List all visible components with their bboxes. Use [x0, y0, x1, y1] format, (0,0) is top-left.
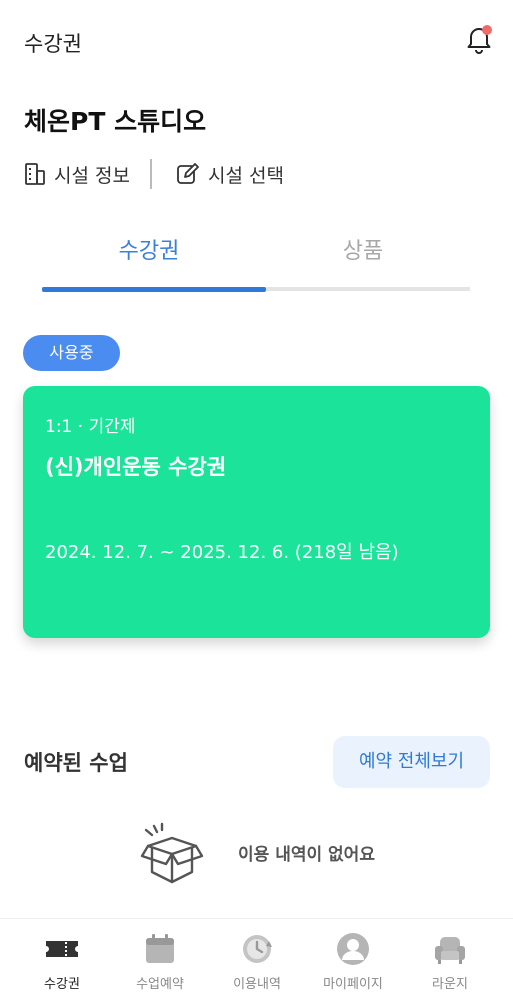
nav-label-pass: 수강권	[44, 977, 80, 992]
reservations-title: 예약된 수업	[24, 751, 128, 775]
nav-label-lounge: 라운지	[432, 977, 468, 992]
status-badge: 사용중	[23, 335, 120, 371]
facility-info-button[interactable]: 시설 정보	[24, 161, 130, 188]
nav-item-mypage[interactable]: 마이페이지	[303, 919, 403, 1000]
nav-label-class-booking: 수업예약	[136, 977, 184, 992]
notification-bell-icon[interactable]	[462, 22, 496, 56]
bottom-nav: 수강권 수업예약 이용내역 마이페이지 라운지	[0, 918, 513, 1000]
lounge-chair-icon	[432, 931, 468, 967]
nav-item-pass[interactable]: 수강권	[12, 919, 112, 1000]
ticket-icon	[44, 931, 80, 967]
nav-label-history: 이용내역	[233, 977, 281, 992]
view-all-reservations-button[interactable]: 예약 전체보기	[333, 736, 490, 788]
facility-select-label: 시설 선택	[207, 164, 284, 187]
studio-name: 체온PT 스튜디오	[24, 107, 207, 136]
facility-select-button[interactable]: 시설 선택	[176, 161, 284, 188]
nav-item-history[interactable]: 이용내역	[207, 919, 307, 1000]
pass-period: 2024. 12. 7. ~ 2025. 12. 6. (218일 남음)	[45, 542, 399, 563]
empty-state-text: 이용 내역이 없어요	[238, 845, 375, 865]
facility-info-label: 시설 정보	[54, 164, 130, 187]
calendar-icon	[142, 931, 178, 967]
tab-indicator	[42, 287, 266, 292]
edit-icon	[177, 163, 199, 184]
pass-card[interactable]: 1:1 · 기간제 (신)개인운동 수강권 2024. 12. 7. ~ 202…	[23, 386, 490, 638]
divider	[149, 159, 152, 189]
tab-pass[interactable]: 수강권	[42, 232, 256, 278]
empty-box-icon	[136, 816, 208, 888]
nav-label-mypage: 마이페이지	[323, 977, 383, 992]
pass-name: (신)개인운동 수강권	[45, 455, 227, 479]
nav-item-lounge[interactable]: 라운지	[400, 919, 500, 1000]
nav-item-class-booking[interactable]: 수업예약	[110, 919, 210, 1000]
notification-dot	[482, 25, 492, 35]
tab-bar: 수강권 상품	[42, 232, 470, 292]
facility-actions: 시설 정보 시설 선택	[24, 158, 284, 190]
app-header: 수강권	[0, 0, 513, 84]
tab-products[interactable]: 상품	[256, 232, 470, 278]
pass-type: 1:1 · 기간제	[45, 417, 136, 437]
history-icon	[239, 931, 275, 967]
page-title: 수강권	[24, 32, 82, 56]
profile-icon	[335, 931, 371, 967]
building-icon	[25, 163, 45, 185]
